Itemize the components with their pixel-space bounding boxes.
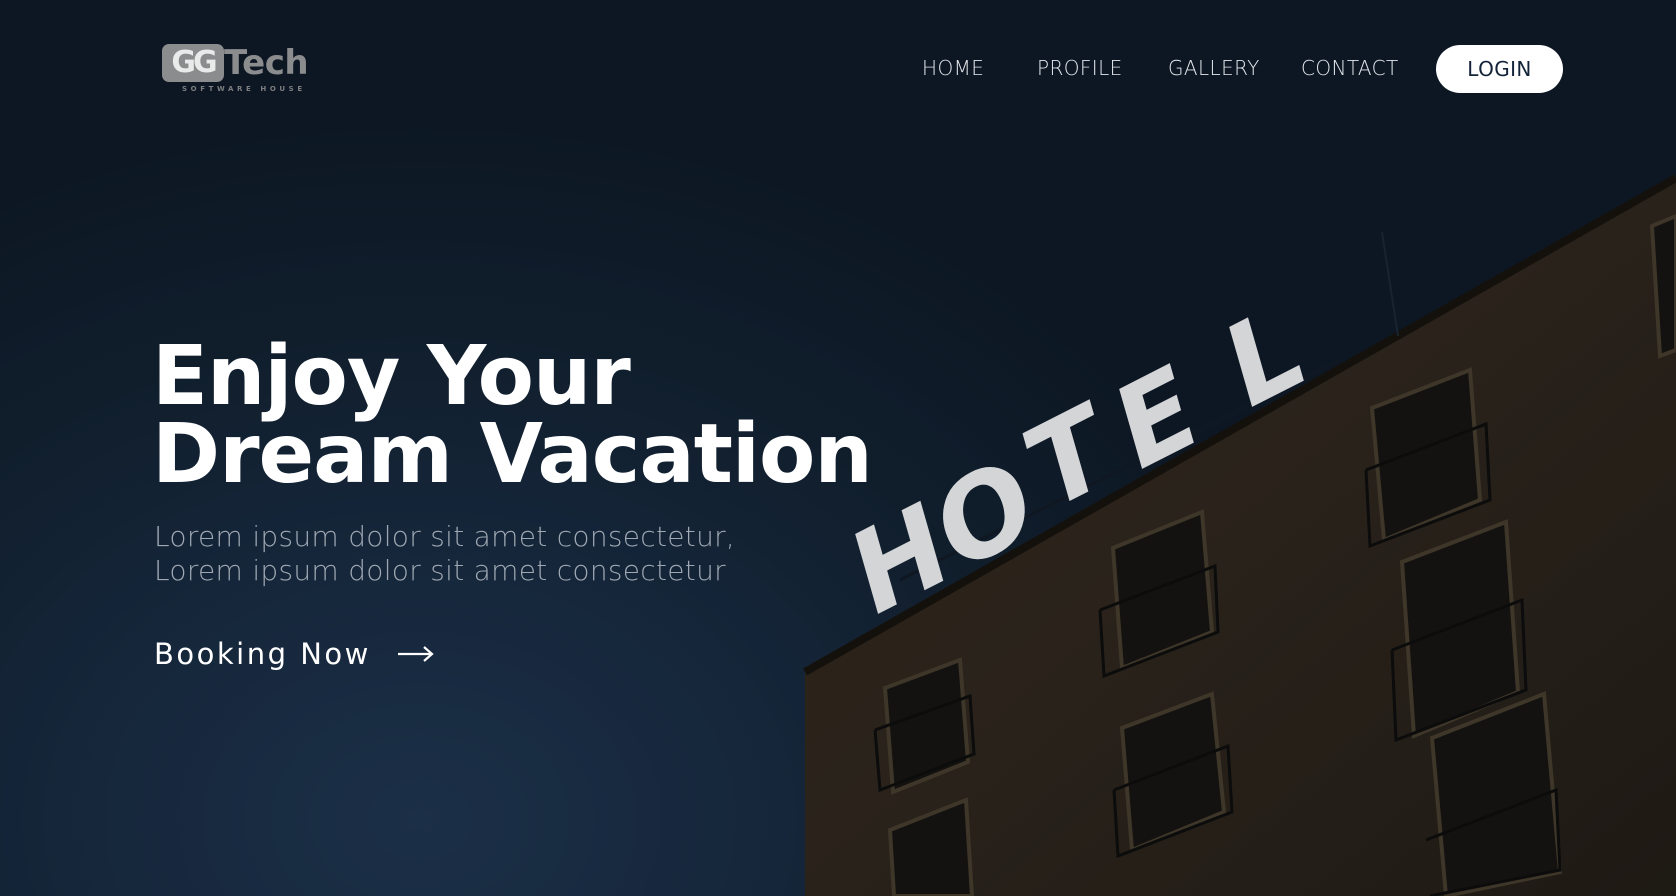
booking-now-button[interactable]: Booking Now <box>154 636 435 672</box>
hero-headline-line-1: Enjoy Your <box>152 329 631 424</box>
nav-gallery-link[interactable]: GALLERY <box>1168 54 1260 82</box>
nav-contact-link[interactable]: CONTACT <box>1301 54 1399 82</box>
hero-section: H O T E L GG Tech SOFTWARE HOUSE HOME PR… <box>0 0 1676 896</box>
hero-subtext: Lorem ipsum dolor sit amet consectetur, … <box>154 520 736 587</box>
nav-profile-link[interactable]: PROFILE <box>1037 54 1123 82</box>
arrow-right-icon <box>397 646 434 662</box>
hero-headline-line-2: Dream Vacation <box>152 407 873 502</box>
brand-logo[interactable]: GG Tech SOFTWARE HOUSE <box>162 43 312 96</box>
logo-tagline: SOFTWARE HOUSE <box>182 85 306 93</box>
booking-now-label: Booking Now <box>154 637 371 671</box>
nav-home-link[interactable]: HOME <box>922 54 984 82</box>
logo-wordmark: Tech <box>224 43 309 83</box>
login-button[interactable]: LOGIN <box>1436 45 1563 93</box>
hero-headline: Enjoy Your Dream Vacation <box>152 329 873 502</box>
logo-mark: GG <box>162 44 224 82</box>
